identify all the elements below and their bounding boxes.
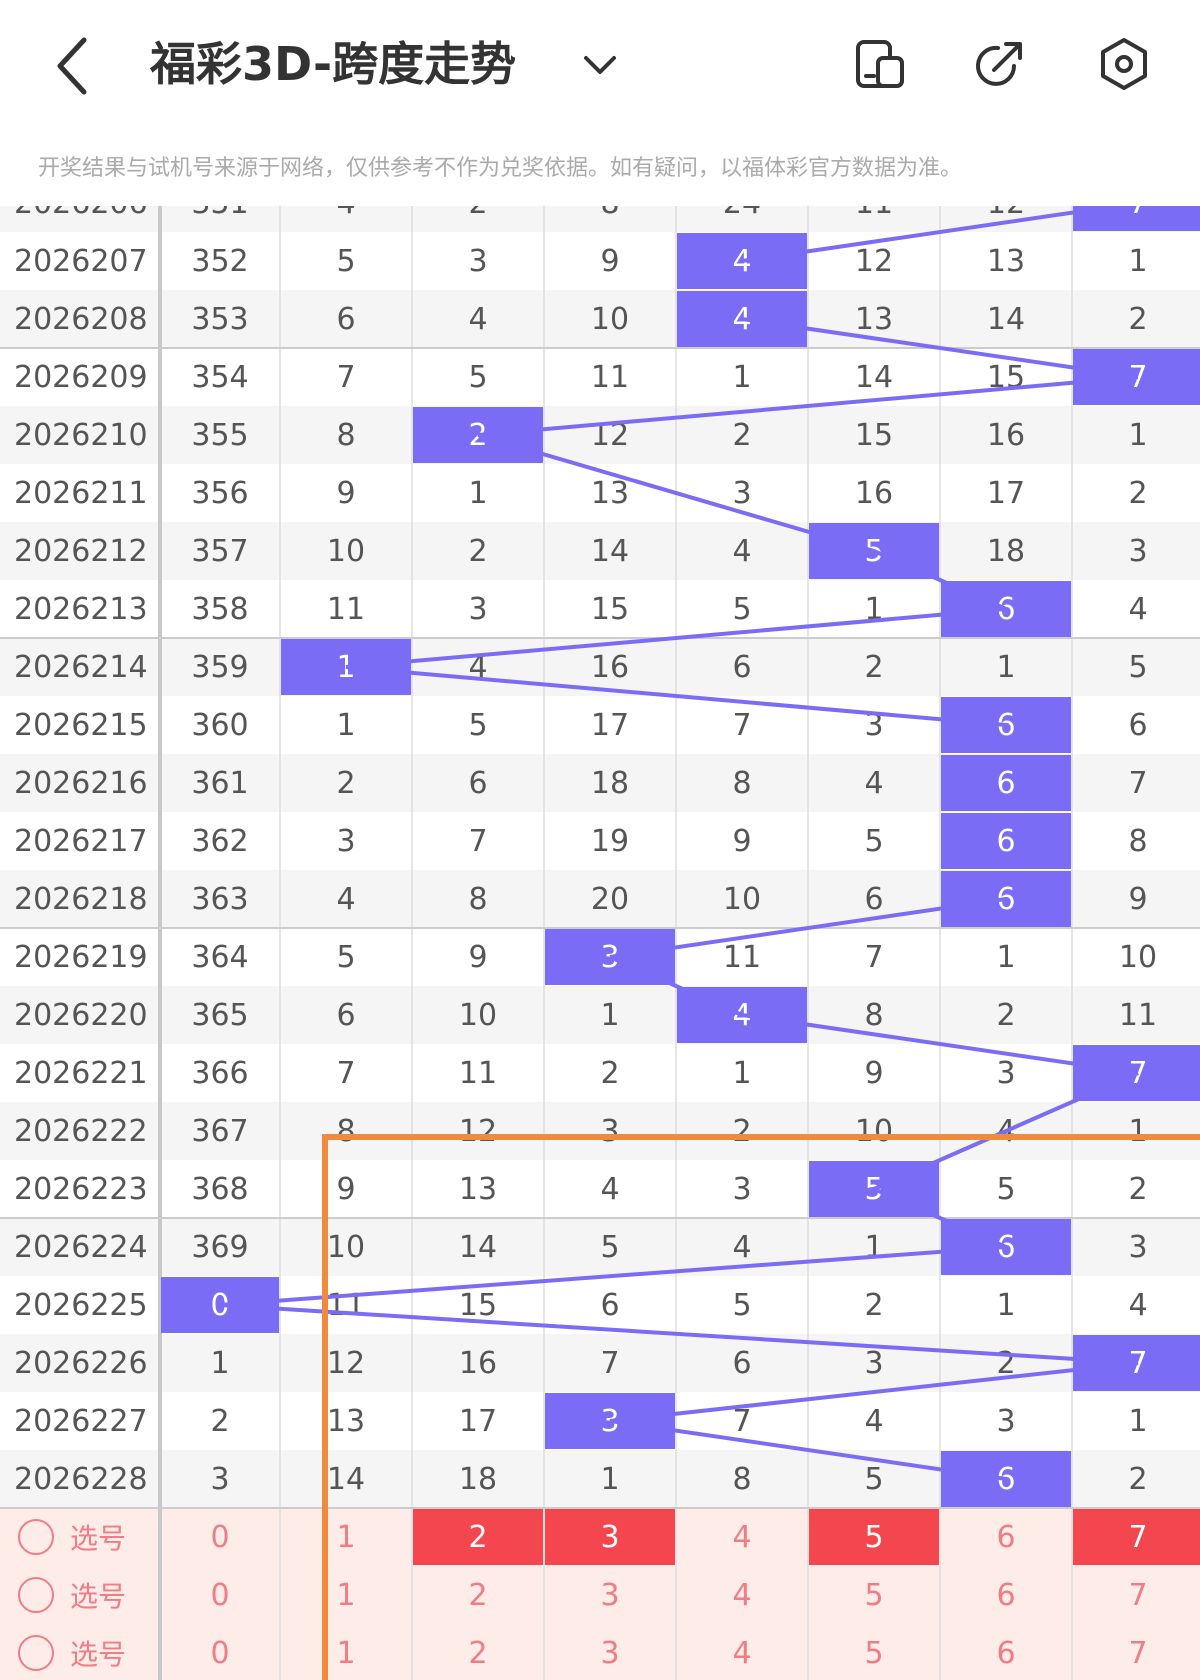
trend-line-segment xyxy=(741,317,1139,379)
trend-line-segment xyxy=(873,1187,1007,1249)
trend-line-segment xyxy=(609,1361,1139,1423)
trend-line-segment xyxy=(345,665,1007,727)
trend-line-segment xyxy=(741,206,1132,263)
trend-table[interactable]: 2026206351428241112720262073525394121312… xyxy=(0,206,1200,1680)
trend-lines xyxy=(219,206,1139,1481)
app-header: 福彩3D-跨度走势 开奖结果与试机号来源于网络，仅供参考不作为兑奖依据。如有疑问… xyxy=(0,0,1200,200)
trend-line-segment xyxy=(219,1245,1007,1307)
trend-line-segment xyxy=(477,433,875,553)
trend-line-segment xyxy=(873,1071,1139,1191)
disclaimer-text: 开奖结果与试机号来源于网络，仅供参考不作为兑奖依据。如有疑问，以福体彩官方数据为… xyxy=(38,156,963,181)
share-arrow-icon xyxy=(976,42,1022,86)
settings-hex-icon xyxy=(1101,38,1147,90)
title-dropdown-button[interactable] xyxy=(578,42,622,86)
page-title[interactable]: 福彩3D-跨度走势 xyxy=(150,28,516,100)
trend-line-segment xyxy=(345,607,1007,669)
trend-line-segment xyxy=(873,549,1007,611)
trend-line-segment xyxy=(219,1303,1139,1365)
trend-line-segment xyxy=(477,375,1139,437)
back-button[interactable] xyxy=(48,30,104,102)
trend-line-segment xyxy=(741,1013,1139,1075)
trend-line-segment xyxy=(609,955,743,1017)
trend-line-segment xyxy=(609,897,1007,959)
share-button[interactable] xyxy=(972,36,1028,92)
chevron-down-icon xyxy=(584,56,616,74)
chevron-left-icon xyxy=(57,37,87,95)
settings-button[interactable] xyxy=(1096,36,1152,92)
trend-line-segment xyxy=(609,1419,1007,1481)
layout-button[interactable] xyxy=(852,36,908,92)
phone-layout-icon xyxy=(856,40,904,88)
